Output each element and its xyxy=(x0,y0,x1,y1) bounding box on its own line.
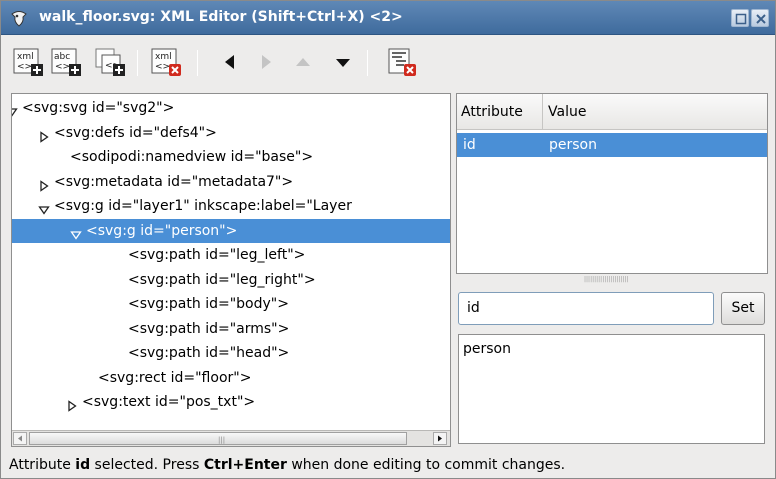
delete-attribute-button[interactable] xyxy=(387,46,419,78)
tree-node-label: <svg:path id="head"> xyxy=(128,345,290,361)
arrow-left-icon xyxy=(225,55,234,69)
duplicate-node-button[interactable]: <> xyxy=(95,46,127,78)
scroll-left-button[interactable] xyxy=(13,432,27,445)
attribute-value-textarea[interactable]: person xyxy=(458,334,765,444)
tree-node[interactable]: <svg:g id="person"> xyxy=(12,218,450,243)
toolbar-separator xyxy=(137,50,138,76)
delete-node-button[interactable]: xml <> xyxy=(151,46,183,78)
arrow-right-icon xyxy=(262,55,271,69)
column-attribute[interactable]: Attribute xyxy=(457,94,543,130)
tree-node[interactable]: <svg:metadata id="metadata7"> xyxy=(12,170,450,194)
tree-node[interactable]: <svg:path id="arms"> xyxy=(12,317,450,341)
new-text-node-button[interactable]: abc <> xyxy=(51,46,83,78)
scroll-right-button[interactable] xyxy=(433,432,447,445)
tree-node[interactable]: <svg:path id="head"> xyxy=(12,341,450,365)
maximize-button[interactable] xyxy=(731,9,749,27)
xml-new-element-icon: xml <> xyxy=(13,48,43,76)
duplicate-node-icon: <> xyxy=(95,48,125,76)
tree-node-label: <svg:g id="layer1" inkscape:label="Layer xyxy=(54,198,352,214)
inkscape-icon xyxy=(9,8,29,28)
pane-resize-handle[interactable]: |||||||||||||||||||||| xyxy=(584,276,644,284)
tree-node[interactable]: <svg:g id="layer1" inkscape:label="Layer xyxy=(12,194,450,218)
status-attribute-name: id xyxy=(75,457,91,473)
indent-node-button[interactable] xyxy=(249,46,281,78)
tree-node[interactable]: <svg:rect id="floor"> xyxy=(12,366,450,390)
abc-new-text-icon: abc <> xyxy=(51,48,81,76)
status-bar: Attribute id selected. Press Ctrl+Enter … xyxy=(1,453,775,478)
xml-delete-icon: xml <> xyxy=(151,48,181,76)
scroll-thumb[interactable]: ||| xyxy=(29,432,407,445)
tree-node[interactable]: <svg:path id="body"> xyxy=(12,292,450,316)
svg-text:xml: xml xyxy=(155,52,172,62)
tree-node[interactable]: <svg:path id="leg_right"> xyxy=(12,268,450,292)
expanded-triangle-icon[interactable] xyxy=(38,200,50,215)
close-icon xyxy=(756,14,766,24)
svg-text:abc: abc xyxy=(54,52,70,62)
tree-node-label: <svg:text id="pos_txt"> xyxy=(82,394,256,410)
attribute-row-value: person xyxy=(549,137,597,153)
title-bar[interactable]: walk_floor.svg: XML Editor (Shift+Ctrl+X… xyxy=(1,1,775,35)
maximize-icon xyxy=(735,13,747,25)
set-button[interactable]: Set xyxy=(721,292,765,325)
scroll-right-icon xyxy=(438,435,442,442)
tree-node-label: <svg:g id="person"> xyxy=(86,222,238,239)
lower-node-button[interactable] xyxy=(327,46,359,78)
column-value[interactable]: Value xyxy=(544,94,766,130)
arrow-down-icon xyxy=(336,59,350,67)
close-button[interactable] xyxy=(751,9,769,27)
svg-text:<>: <> xyxy=(17,62,32,72)
tree-node[interactable]: <svg:svg id="svg2"> xyxy=(12,96,450,120)
svg-text:<>: <> xyxy=(155,62,170,72)
arrow-up-icon xyxy=(296,58,310,66)
status-text-middle: selected. Press xyxy=(90,457,204,473)
attribute-table[interactable]: Attribute Value id person xyxy=(456,93,768,274)
window-title: walk_floor.svg: XML Editor (Shift+Ctrl+X… xyxy=(39,9,403,25)
horizontal-scrollbar[interactable]: ||| xyxy=(12,430,450,446)
xml-node-tree[interactable]: <svg:svg id="svg2"> <svg:defs id="defs4">… xyxy=(11,93,451,447)
expanded-triangle-icon[interactable] xyxy=(70,225,82,240)
svg-text:xml: xml xyxy=(17,52,34,62)
tree-node-label: <svg:path id="leg_right"> xyxy=(128,271,316,288)
collapsed-triangle-icon[interactable] xyxy=(38,127,50,143)
tree-node[interactable]: <svg:path id="leg_left"> xyxy=(12,243,450,267)
tree-node-label: <svg:svg id="svg2"> xyxy=(22,100,175,116)
tree-node-label: <sodipodi:namedview id="base"> xyxy=(70,149,314,165)
collapsed-triangle-icon[interactable] xyxy=(66,396,78,412)
tree-node-label: <svg:defs id="defs4"> xyxy=(54,124,217,141)
tree-node-label: <svg:rect id="floor"> xyxy=(98,369,252,386)
tree-node[interactable]: <svg:defs id="defs4"> xyxy=(12,121,450,145)
toolbar: xml <> abc <> <> xml <> xyxy=(1,36,775,90)
raise-node-button[interactable] xyxy=(287,46,319,78)
attribute-row[interactable]: id person xyxy=(457,133,767,157)
xml-editor-window: walk_floor.svg: XML Editor (Shift+Ctrl+X… xyxy=(0,0,776,479)
status-text-suffix: when done editing to commit changes. xyxy=(286,457,566,473)
new-element-node-button[interactable]: xml <> xyxy=(13,46,45,78)
status-text-prefix: Attribute xyxy=(9,457,76,473)
collapsed-triangle-icon[interactable] xyxy=(38,176,50,192)
toolbar-separator xyxy=(367,50,368,76)
tree-node-label: <svg:path id="arms"> xyxy=(128,320,290,337)
attribute-table-header: Attribute Value xyxy=(457,94,767,130)
delete-attribute-icon xyxy=(388,48,416,76)
attribute-name-input[interactable]: id xyxy=(458,292,714,325)
tree-node[interactable]: <svg:text id="pos_txt"> xyxy=(12,390,450,414)
unindent-node-button[interactable] xyxy=(215,46,247,78)
attribute-row-name: id xyxy=(463,137,476,153)
tree-node-label: <svg:path id="body"> xyxy=(128,296,289,312)
svg-text:<>: <> xyxy=(55,62,70,72)
tree-node[interactable]: <sodipodi:namedview id="base"> xyxy=(12,145,450,169)
toolbar-separator xyxy=(197,50,198,76)
expanded-triangle-icon[interactable] xyxy=(12,102,18,117)
scroll-left-icon xyxy=(18,435,22,442)
tree-node-label: <svg:metadata id="metadata7"> xyxy=(54,173,294,190)
tree-node-label: <svg:path id="leg_left"> xyxy=(128,247,306,263)
status-shortcut: Ctrl+Enter xyxy=(203,457,287,473)
